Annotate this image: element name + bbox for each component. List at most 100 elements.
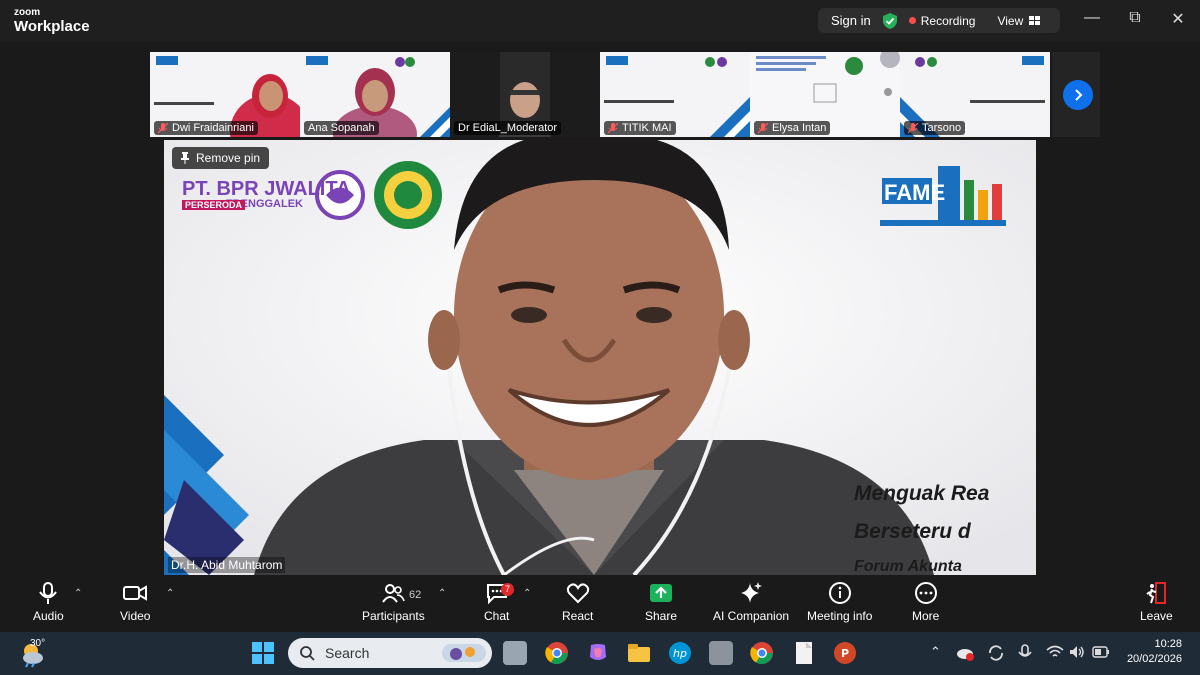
system-clock[interactable]: 10:28 20/02/2026 xyxy=(1127,637,1182,667)
app-icon[interactable] xyxy=(709,641,733,665)
participant-thumbnail[interactable]: Elysa Intan xyxy=(750,52,900,137)
battery-icon[interactable] xyxy=(1092,646,1110,658)
meeting-toolbar: Audio ⌃ Video ⌃ Participants 62 ⌃ Chat 7… xyxy=(0,575,1200,632)
participant-thumbnail[interactable]: TITIK MAI xyxy=(600,52,750,137)
sparkle-icon xyxy=(741,582,763,603)
fame-logo-text: FAME xyxy=(884,180,946,205)
document-icon[interactable] xyxy=(792,641,816,665)
participant-thumbnail[interactable]: Tarsono xyxy=(900,52,1050,137)
pin-icon xyxy=(181,152,189,164)
participant-name: Ana Sopanah xyxy=(308,122,375,134)
taskbar-search-box[interactable]: Search xyxy=(288,638,492,668)
microphone-in-use-icon[interactable] xyxy=(1018,644,1032,662)
restore-icon[interactable]: ⧉ xyxy=(1123,9,1147,27)
participant-name: Dr EdiaL_Moderator xyxy=(458,122,558,134)
svg-text:P: P xyxy=(841,647,849,660)
share-screen-icon xyxy=(650,584,673,602)
header-status-bar: Sign in Recording View xyxy=(818,8,1060,33)
onedrive-icon[interactable] xyxy=(956,645,974,661)
muted-mic-icon xyxy=(158,122,168,133)
minimize-icon[interactable]: — xyxy=(1080,9,1104,27)
more-button[interactable]: More xyxy=(912,581,939,623)
slide-title-line2: Berseteru d xyxy=(854,520,971,543)
participants-count: 62 xyxy=(409,589,422,601)
recording-indicator[interactable]: Recording xyxy=(921,14,976,28)
hp-icon[interactable]: hp xyxy=(668,641,692,665)
video-options-caret-icon[interactable]: ⌃ xyxy=(166,588,174,599)
show-hidden-icons[interactable]: ⌃ xyxy=(930,644,941,660)
grid-view-icon[interactable] xyxy=(1029,15,1041,26)
chat-unread-badge: 7 xyxy=(501,583,514,596)
participant-name: Dwi Fraidainriani xyxy=(172,122,254,134)
meeting-info-button[interactable]: Meeting info xyxy=(807,581,872,623)
windows-start-icon[interactable] xyxy=(252,642,274,664)
participant-label: Tarsono xyxy=(904,121,966,135)
react-button[interactable]: React xyxy=(562,581,593,623)
react-label: React xyxy=(562,609,594,623)
ai-companion-button[interactable]: AI Companion xyxy=(713,581,789,623)
more-label: More xyxy=(912,609,940,623)
chrome-profile-icon[interactable] xyxy=(750,641,774,665)
recording-dot-icon xyxy=(908,17,916,24)
chat-options-caret-icon[interactable]: ⌃ xyxy=(523,588,531,599)
muted-mic-icon xyxy=(758,122,768,133)
app-logo: zoom Workplace xyxy=(14,8,90,35)
participants-icon xyxy=(382,584,406,603)
ai-companion-label: AI Companion xyxy=(713,609,790,623)
participant-label: TITIK MAI xyxy=(604,121,676,135)
title-bar: zoom Workplace Sign in Recording View — … xyxy=(0,0,1200,42)
audio-label: Audio xyxy=(33,609,64,623)
next-page-button[interactable] xyxy=(1063,80,1093,110)
video-label: Video xyxy=(120,609,151,623)
active-speaker-video[interactable]: Remove pin PT. BPR JWALITA TRENGGALEK PE… xyxy=(164,140,1036,575)
leave-meeting-icon xyxy=(1146,582,1167,604)
chevron-right-icon xyxy=(1075,89,1083,101)
clock-time: 10:28 xyxy=(1154,638,1182,650)
leave-button[interactable]: Leave xyxy=(1140,581,1173,623)
video-button[interactable]: Video xyxy=(120,581,150,623)
speaker-name-label: Dr.H. Abid Muhtarom xyxy=(168,557,286,573)
heart-icon xyxy=(566,583,589,604)
participants-options-caret-icon[interactable]: ⌃ xyxy=(438,588,446,599)
powerpoint-icon[interactable]: P xyxy=(833,641,857,665)
participant-name: Elysa Intan xyxy=(772,122,827,134)
participant-thumbnail[interactable]: Dr EdiaL_Moderator xyxy=(450,52,600,137)
task-view-icon[interactable] xyxy=(503,641,527,665)
participant-thumbnail[interactable]: Dwi Fraidainriani xyxy=(150,52,300,137)
sign-in-button[interactable]: Sign in xyxy=(831,13,871,28)
meeting-info-label: Meeting info xyxy=(807,609,873,623)
slide-title-line3: Forum Akunta xyxy=(854,558,962,575)
participant-name: Tarsono xyxy=(922,122,962,134)
share-button[interactable]: Share xyxy=(645,581,677,623)
audio-button[interactable]: Audio xyxy=(33,581,64,623)
os-taskbar: Search hp P ⌃ 10:28 20/02/2026 xyxy=(0,632,1200,675)
chat-label: Chat xyxy=(484,609,510,623)
participant-thumbnail[interactable]: Ana Sopanah xyxy=(300,52,450,137)
sync-icon[interactable] xyxy=(987,644,1005,662)
remove-pin-button[interactable]: Remove pin xyxy=(172,147,270,169)
wifi-icon[interactable] xyxy=(1046,645,1064,659)
shield-icon[interactable] xyxy=(882,12,897,29)
participant-label: Dwi Fraidainriani xyxy=(154,121,258,135)
file-explorer-icon[interactable] xyxy=(627,641,651,665)
muted-mic-icon xyxy=(608,122,618,133)
audio-options-caret-icon[interactable]: ⌃ xyxy=(74,588,82,599)
weather-temperature: 30° xyxy=(30,638,46,649)
remove-pin-label: Remove pin xyxy=(196,151,261,165)
close-icon[interactable]: ✕ xyxy=(1166,9,1190,29)
participant-label: Dr EdiaL_Moderator xyxy=(454,121,562,135)
participant-thumbnails: Dwi Fraidainriani Ana Sopanah Dr EdiaL_M… xyxy=(150,52,1050,137)
bpr-logo-tag: PERSERODA xyxy=(182,200,246,210)
search-highlight-icon xyxy=(442,644,486,662)
svg-text:hp: hp xyxy=(673,647,687,660)
participant-label: Elysa Intan xyxy=(754,121,831,135)
chrome-icon[interactable] xyxy=(545,641,569,665)
participants-label: Participants xyxy=(362,609,425,623)
view-button[interactable]: View xyxy=(997,14,1023,28)
participant-label: Ana Sopanah xyxy=(304,121,379,135)
participants-button[interactable]: Participants xyxy=(362,581,425,623)
copilot-icon[interactable] xyxy=(586,641,610,665)
volume-icon[interactable] xyxy=(1069,645,1085,659)
muted-mic-icon xyxy=(908,122,918,133)
microphone-icon xyxy=(39,582,58,604)
